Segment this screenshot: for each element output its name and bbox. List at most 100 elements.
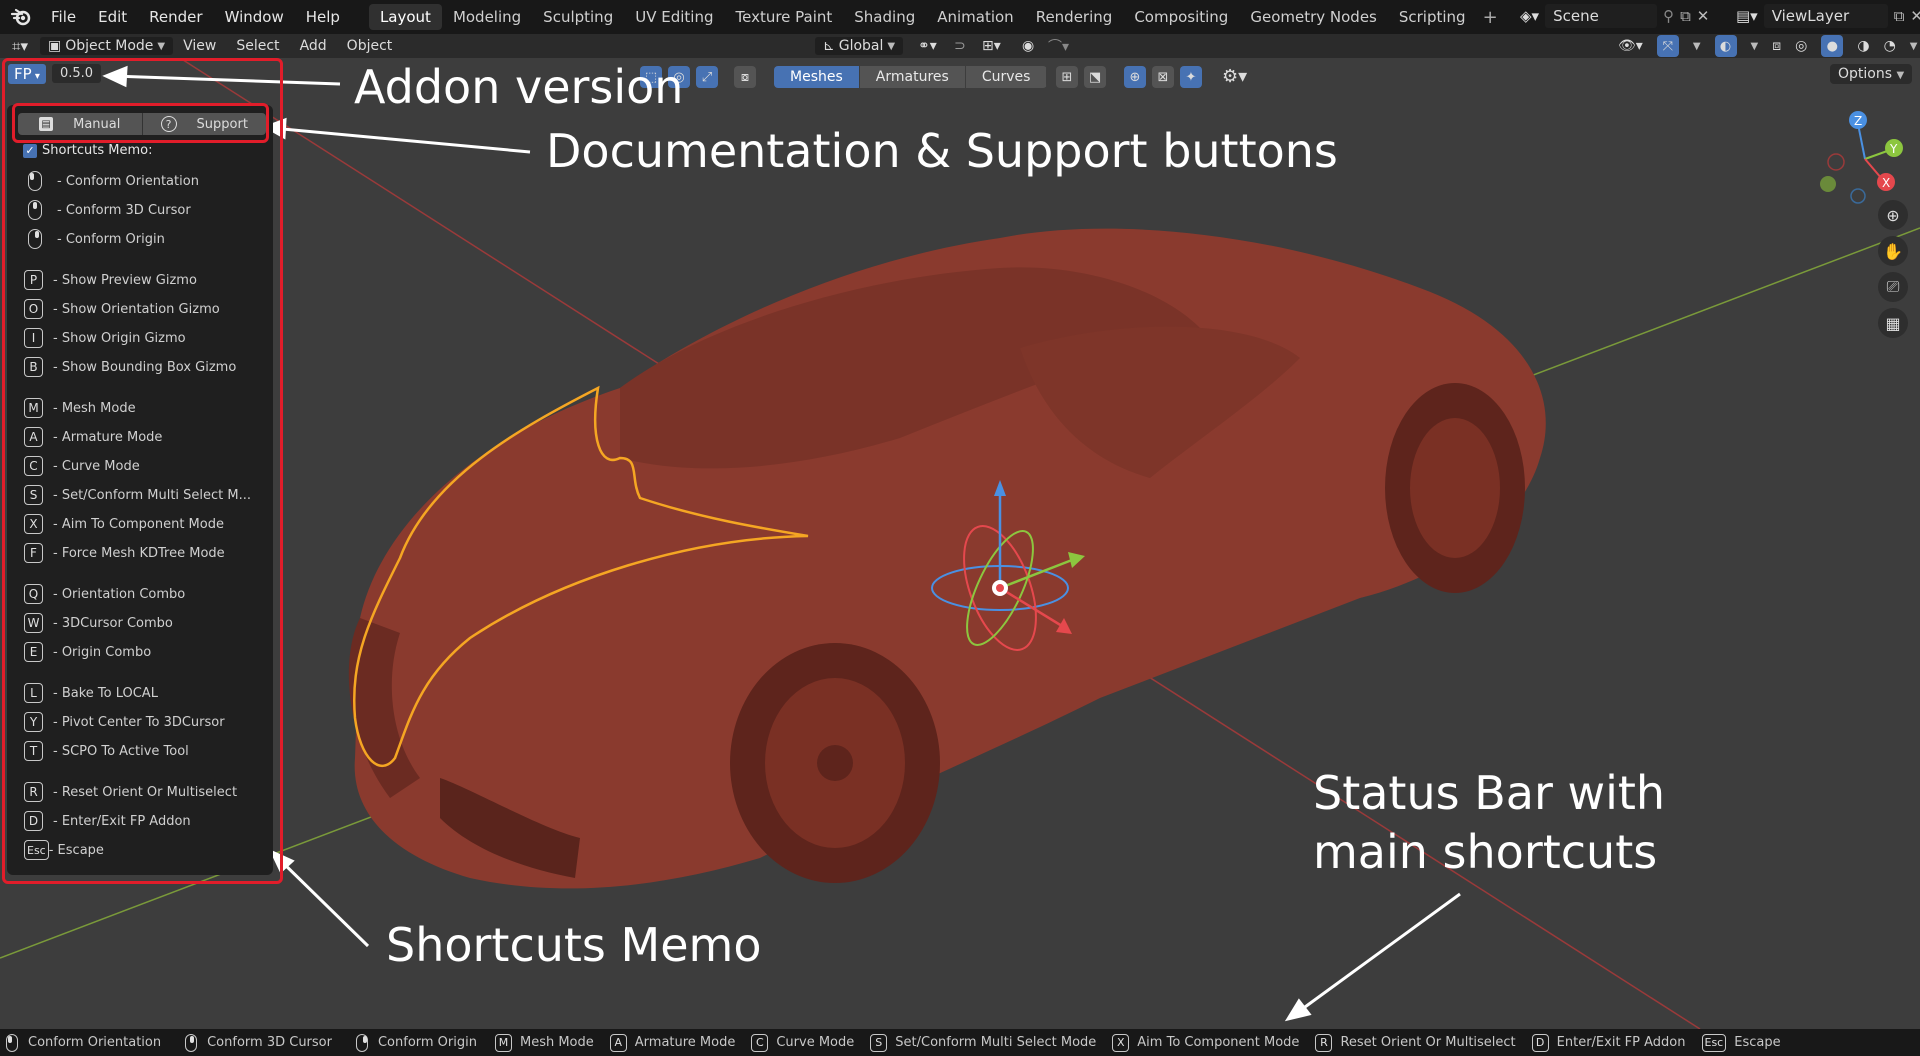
viewlayer-field[interactable]: ViewLayer [1763, 4, 1888, 28]
snap-target-icon[interactable]: ⊞▾ [982, 38, 1001, 54]
status-item-label: Conform Orientation [28, 1035, 162, 1050]
tab-texture-paint[interactable]: Texture Paint [724, 4, 843, 30]
annotation-status-bar: Status Bar with main shortcuts [1313, 766, 1666, 879]
perspective-grid-icon[interactable]: ▦ [1878, 308, 1908, 338]
status-item-label: Curve Mode [776, 1035, 855, 1050]
object-menu[interactable]: Object [337, 36, 403, 56]
tab-modeling[interactable]: Modeling [442, 4, 532, 30]
blender-logo-icon[interactable] [10, 6, 32, 28]
preview-gizmo-icon[interactable]: ⊕ [1124, 66, 1146, 88]
mouse-button-mark [8, 1035, 12, 1043]
navigation-gizmo[interactable]: Z Y X [1810, 104, 1920, 214]
new-scene-icon[interactable]: ⧉ [1680, 7, 1691, 25]
menu-edit[interactable]: Edit [87, 8, 138, 26]
status-item: Conform 3D Cursor [179, 1033, 332, 1052]
pin-icon[interactable]: ⚲ [1663, 7, 1674, 25]
origin-gizmo-icon[interactable]: ⊠ [1152, 66, 1174, 88]
status-item: M Mesh Mode [494, 1033, 594, 1052]
key-r-icon: R [1315, 1033, 1333, 1052]
shading-chevron-icon[interactable]: ▼ [1910, 41, 1918, 52]
delete-scene-icon[interactable]: ✕ [1697, 7, 1710, 25]
proportional-edit-icon[interactable]: ◉ [1022, 38, 1034, 54]
toggle-curves[interactable]: Curves [965, 66, 1048, 88]
snap-tool-icon[interactable]: ⧇ [734, 66, 756, 88]
cursor-gizmo-icon[interactable]: ✦ [1180, 66, 1202, 88]
key-a-icon: A [609, 1033, 627, 1052]
annotation-shortcuts-memo: Shortcuts Memo [386, 918, 762, 972]
gizmo-x-label: X [1882, 176, 1890, 190]
visibility-icon[interactable]: 👁▾ [1618, 38, 1643, 54]
status-item: Conform Orientation [0, 1033, 162, 1052]
solid-shading-icon[interactable]: ● [1821, 35, 1844, 57]
status-item: R Reset Orient Or Multiselect [1315, 1033, 1516, 1052]
new-viewlayer-icon[interactable]: ⧉ [1894, 7, 1905, 25]
transform-tool-icon[interactable]: ⤢ [696, 66, 718, 88]
toggle-armatures[interactable]: Armatures [859, 66, 966, 88]
viewlayer-selector[interactable]: ▤▾ ViewLayer ⧉ ✕ [1736, 4, 1920, 28]
highlight-box-panel [2, 58, 283, 884]
annotation-doc-support: Documentation & Support buttons [546, 124, 1338, 178]
status-item-label: Conform Origin [377, 1035, 477, 1050]
options-dropdown[interactable]: Options ▼ [1830, 64, 1913, 84]
tab-rendering[interactable]: Rendering [1025, 4, 1124, 30]
highlight-box-buttons [12, 103, 269, 143]
view-menu[interactable]: View [173, 36, 226, 56]
material-shading-icon[interactable]: ◑ [1857, 38, 1869, 54]
snap-icon[interactable]: ⊃ [954, 38, 966, 54]
rendered-shading-icon[interactable]: ◔ [1884, 38, 1896, 54]
status-item: S Set/Conform Multi Select Mode [870, 1033, 1097, 1052]
settings-gear-icon[interactable]: ⚙▾ [1222, 66, 1247, 88]
camera-view-icon[interactable]: ⎚ [1878, 272, 1908, 302]
mouse-left-icon [6, 1033, 18, 1052]
add-workspace-icon[interactable]: + [1483, 7, 1498, 28]
select-menu[interactable]: Select [226, 36, 289, 56]
status-bar: Conform Orientation Conform 3D Cursor Conf… [0, 1029, 1920, 1056]
status-item-label: Set/Conform Multi Select Mode [895, 1035, 1097, 1050]
delete-viewlayer-icon[interactable]: ✕ [1910, 7, 1920, 25]
tab-sculpting[interactable]: Sculpting [532, 4, 624, 30]
transform-orientation-dropdown[interactable]: ⊾ Global ▼ [815, 37, 904, 55]
pivot-icon[interactable]: ⚭▾ [918, 38, 937, 54]
tab-animation[interactable]: Animation [926, 4, 1024, 30]
chevron-down-icon: ▼ [157, 40, 166, 52]
falloff-icon[interactable]: ⌒▾ [1048, 36, 1069, 56]
multiselect-icon[interactable]: ⊞ [1056, 66, 1078, 88]
gizmo-toggle-icon[interactable]: ⤧ [1656, 35, 1679, 57]
key-x-icon: X [1112, 1033, 1130, 1052]
tab-layout[interactable]: Layout [368, 4, 442, 30]
pan-hand-icon[interactable]: ✋ [1878, 236, 1908, 266]
wireframe-shading-icon[interactable]: ◎ [1795, 38, 1807, 54]
status-item-label: Mesh Mode [519, 1035, 594, 1050]
mouse-button-mark [189, 1035, 194, 1043]
key-c-icon: C [751, 1033, 769, 1052]
status-item-label: Escape [1734, 1035, 1781, 1050]
xray-icon[interactable]: ⧈ [1772, 38, 1781, 54]
status-item: Conform Origin [350, 1033, 477, 1052]
toggle-meshes[interactable]: Meshes [774, 66, 860, 88]
menu-window[interactable]: Window [214, 8, 295, 26]
scene-selector[interactable]: ◈▾ Scene ⚲ ⧉ ✕ [1520, 4, 1709, 28]
key-d-icon: D [1531, 1033, 1549, 1052]
status-item: X Aim To Component Mode [1112, 1033, 1299, 1052]
mode-dropdown[interactable]: ▣ Object Mode ▼ [39, 37, 174, 55]
tab-compositing[interactable]: Compositing [1123, 4, 1239, 30]
key-esc-icon: Esc [1701, 1033, 1727, 1052]
tab-shading[interactable]: Shading [843, 4, 926, 30]
annotation-addon-version: Addon version [354, 60, 684, 114]
menu-file[interactable]: File [40, 8, 87, 26]
editor-type-icon[interactable]: ⌗▾ [12, 37, 28, 55]
tab-uv-editing[interactable]: UV Editing [624, 4, 724, 30]
overlay-toggle-icon[interactable]: ◐ [1714, 35, 1737, 57]
menu-help[interactable]: Help [295, 8, 351, 26]
status-item: D Enter/Exit FP Addon [1531, 1033, 1686, 1052]
tab-scripting[interactable]: Scripting [1388, 4, 1477, 30]
add-menu[interactable]: Add [290, 36, 337, 56]
tab-geometry-nodes[interactable]: Geometry Nodes [1239, 4, 1388, 30]
bounding-box-icon[interactable]: ⬔ [1084, 66, 1106, 88]
zoom-icon[interactable]: ⊕ [1878, 200, 1908, 230]
status-item: Esc Escape [1701, 1033, 1781, 1052]
menu-render[interactable]: Render [138, 8, 213, 26]
3d-viewport[interactable]: ⬚ ◎ ⤢ ⧇ Meshes Armatures Curves ⊞ ⬔ ⊕ ⊠ ✦ … [0, 58, 1920, 1029]
scene-field[interactable]: Scene [1545, 4, 1658, 28]
scene-render [0, 58, 1920, 1029]
